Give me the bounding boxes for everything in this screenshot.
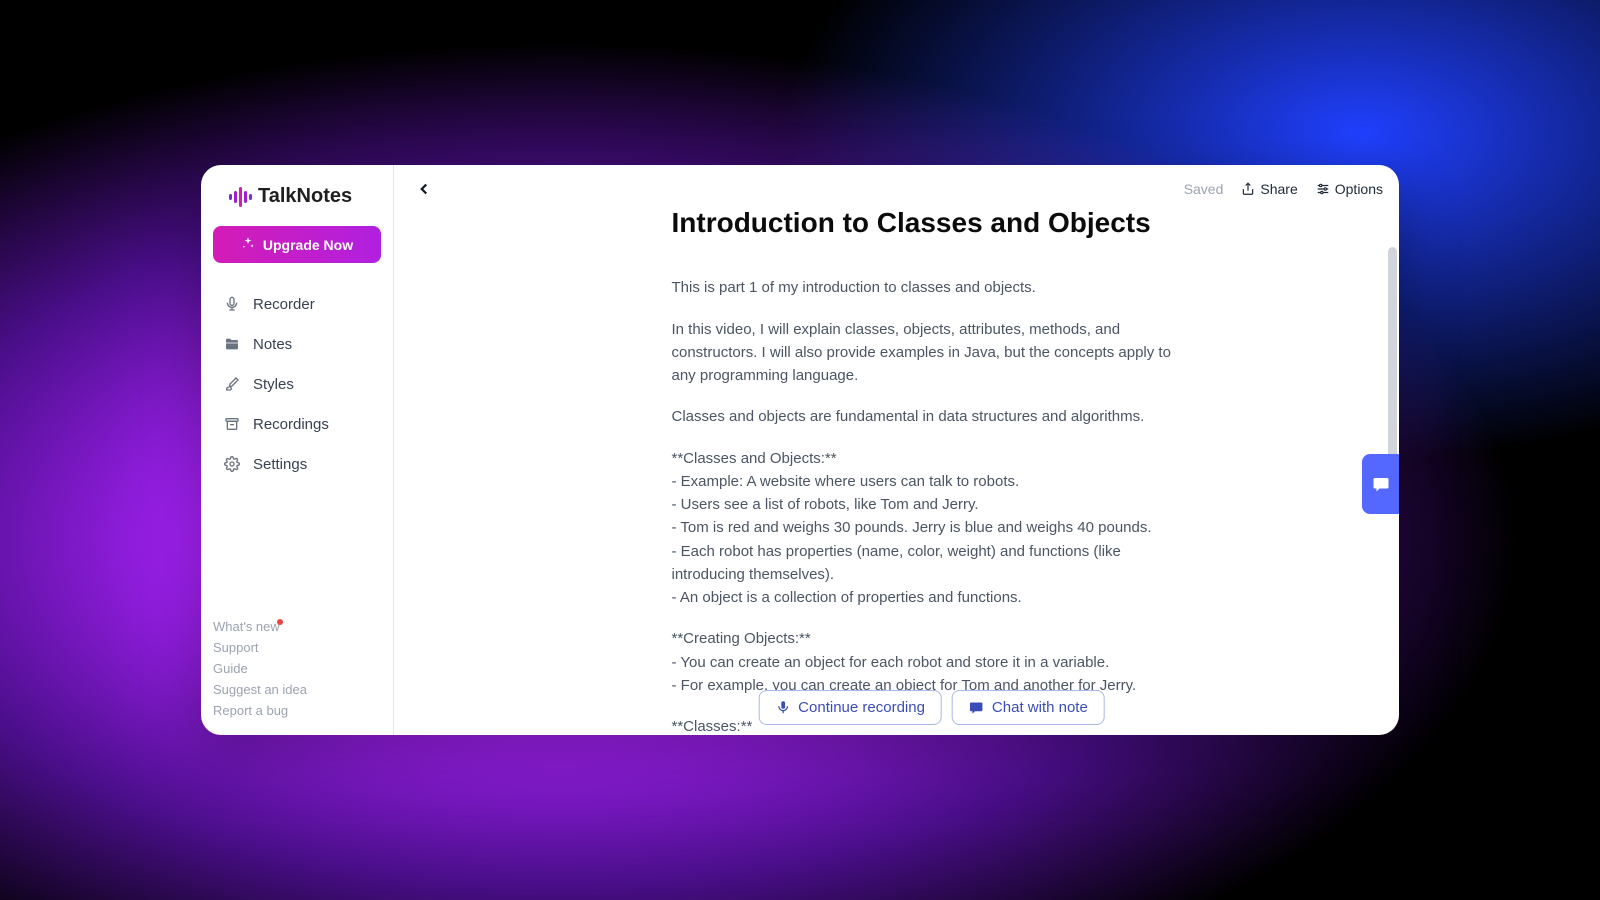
microphone-icon [775, 700, 790, 715]
brand-name: TalkNotes [258, 185, 352, 208]
note-paragraph: Classes and objects are fundamental in d… [672, 405, 1192, 428]
note-paragraph: **Classes and Objects:** - Example: A we… [672, 447, 1192, 610]
upgrade-button[interactable]: Upgrade Now [213, 226, 381, 263]
back-button[interactable] [410, 175, 438, 203]
folder-icon [223, 335, 241, 353]
support-link[interactable]: Support [213, 639, 381, 656]
brush-icon [223, 375, 241, 393]
topbar-actions: Saved Share Options [1184, 181, 1383, 197]
nav-label: Notes [253, 336, 292, 353]
nav-label: Styles [253, 376, 294, 393]
gear-icon [223, 455, 241, 473]
share-icon [1241, 182, 1255, 196]
archive-icon [223, 415, 241, 433]
saved-status: Saved [1184, 181, 1224, 197]
footer-link-label: What's new [213, 619, 280, 634]
note-paragraph: In this video, I will explain classes, o… [672, 318, 1192, 388]
sparkle-icon [241, 236, 255, 253]
topbar: Saved Share Options [394, 165, 1399, 207]
whats-new-link[interactable]: What's new [213, 618, 381, 635]
nav-list: Recorder Notes Styles Recordings [201, 285, 393, 483]
chat-with-note-button[interactable]: Chat with note [952, 690, 1105, 725]
app-window: TalkNotes Upgrade Now Recorder Notes [201, 165, 1399, 735]
main-panel: Saved Share Options Introduction to Clas… [394, 165, 1399, 735]
microphone-icon [223, 295, 241, 313]
note-body: Introduction to Classes and Objects This… [672, 207, 1192, 735]
report-bug-link[interactable]: Report a bug [213, 702, 381, 719]
waveform-icon [229, 187, 252, 207]
guide-link[interactable]: Guide [213, 660, 381, 677]
button-label: Chat with note [992, 699, 1088, 716]
options-button[interactable]: Options [1316, 181, 1383, 197]
chevron-left-icon [415, 180, 433, 198]
brand-logo: TalkNotes [201, 177, 393, 226]
sidebar-footer: What's new Support Guide Suggest an idea… [201, 618, 393, 723]
floating-chat-button[interactable] [1362, 454, 1399, 514]
note-content: Introduction to Classes and Objects This… [394, 207, 1399, 735]
bottom-actions: Continue recording Chat with note [758, 690, 1105, 725]
nav-recorder[interactable]: Recorder [211, 285, 383, 323]
note-title: Introduction to Classes and Objects [672, 207, 1192, 244]
options-label: Options [1335, 181, 1383, 197]
sliders-icon [1316, 182, 1330, 196]
share-button[interactable]: Share [1241, 181, 1297, 197]
suggest-idea-link[interactable]: Suggest an idea [213, 681, 381, 698]
continue-recording-button[interactable]: Continue recording [758, 690, 942, 725]
nav-notes[interactable]: Notes [211, 325, 383, 363]
chat-icon [969, 700, 984, 715]
sidebar: TalkNotes Upgrade Now Recorder Notes [201, 165, 394, 735]
share-label: Share [1260, 181, 1297, 197]
nav-recordings[interactable]: Recordings [211, 405, 383, 443]
note-paragraph: **Creating Objects:** - You can create a… [672, 627, 1192, 697]
nav-label: Recordings [253, 416, 329, 433]
upgrade-label: Upgrade Now [263, 237, 353, 253]
nav-label: Recorder [253, 296, 315, 313]
nav-settings[interactable]: Settings [211, 445, 383, 483]
notification-dot-icon [277, 619, 283, 625]
scrollbar[interactable] [1388, 247, 1397, 477]
chat-bubble-icon [1372, 475, 1390, 493]
nav-label: Settings [253, 456, 307, 473]
button-label: Continue recording [798, 699, 925, 716]
note-paragraph: This is part 1 of my introduction to cla… [672, 276, 1192, 299]
nav-styles[interactable]: Styles [211, 365, 383, 403]
